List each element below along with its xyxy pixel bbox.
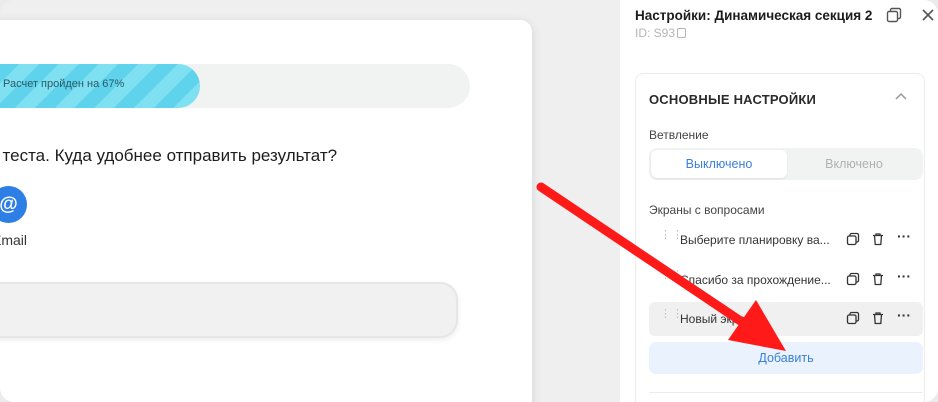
copy-icon[interactable] <box>846 232 860 246</box>
close-icon[interactable] <box>920 7 936 23</box>
divider <box>649 392 923 393</box>
trash-icon[interactable] <box>871 232 885 246</box>
settings-panel: Настройки: Динамическая секция 2 ID: S93… <box>620 0 938 402</box>
copy-id-icon[interactable] <box>677 28 687 38</box>
branching-toggle: Выключено Включено <box>649 148 923 180</box>
screen-row-label: Новый экран <box>680 312 752 326</box>
drag-handle-icon[interactable]: ⋮⋮ <box>660 230 683 247</box>
branching-label: Ветвление <box>649 128 709 142</box>
screen-row[interactable]: ⋮⋮ Выберите планировку ва... ··· <box>649 223 923 257</box>
preview-canvas: Расчет пройден на 67% ение теста. Куда у… <box>0 20 532 402</box>
trash-icon[interactable] <box>871 311 885 325</box>
contact-input[interactable] <box>0 282 458 338</box>
email-option-label[interactable]: Email <box>0 232 27 248</box>
panel-id-text: ID: S93 <box>635 26 676 40</box>
copy-icon[interactable] <box>846 311 860 325</box>
screen-row[interactable]: ⋮⋮ Спасибо за прохождение... ··· <box>649 263 923 297</box>
app-window: Расчет пройден на 67% ение теста. Куда у… <box>0 0 938 402</box>
section-heading[interactable]: ОСНОВНЫЕ НАСТРОЙКИ <box>649 92 816 107</box>
progress-text: Расчет пройден на 67% <box>3 78 125 90</box>
question-title: ение теста. Куда удобнее отправить резул… <box>0 146 338 165</box>
screen-row[interactable]: ⋮⋮ Новый экран ··· <box>649 302 923 336</box>
drag-handle-icon[interactable]: ⋮⋮ <box>660 270 683 287</box>
more-icon[interactable]: ··· <box>897 229 911 246</box>
main-settings-section: ОСНОВНЫЕ НАСТРОЙКИ Ветвление Выключено В… <box>635 73 925 402</box>
drag-handle-icon[interactable]: ⋮⋮ <box>660 309 683 326</box>
add-screen-button[interactable]: Добавить <box>649 342 923 374</box>
at-sign-icon[interactable]: @ <box>0 186 27 223</box>
more-icon[interactable]: ··· <box>897 308 911 325</box>
toggle-on-option[interactable]: Включено <box>787 150 921 178</box>
toggle-off-option[interactable]: Выключено <box>651 150 787 178</box>
copy-icon[interactable] <box>846 272 860 286</box>
screens-label: Экраны с вопросами <box>649 203 765 217</box>
screen-row-label: Выберите планировку ва... <box>680 233 830 247</box>
panel-id: ID: S93 <box>635 26 687 40</box>
panel-title: Настройки: Динамическая секция 2 <box>635 8 873 23</box>
screen-row-label: Спасибо за прохождение... <box>680 273 831 287</box>
more-icon[interactable]: ··· <box>897 269 911 286</box>
restore-window-icon[interactable] <box>886 7 902 23</box>
trash-icon[interactable] <box>871 272 885 286</box>
chevron-up-icon[interactable] <box>894 90 908 104</box>
